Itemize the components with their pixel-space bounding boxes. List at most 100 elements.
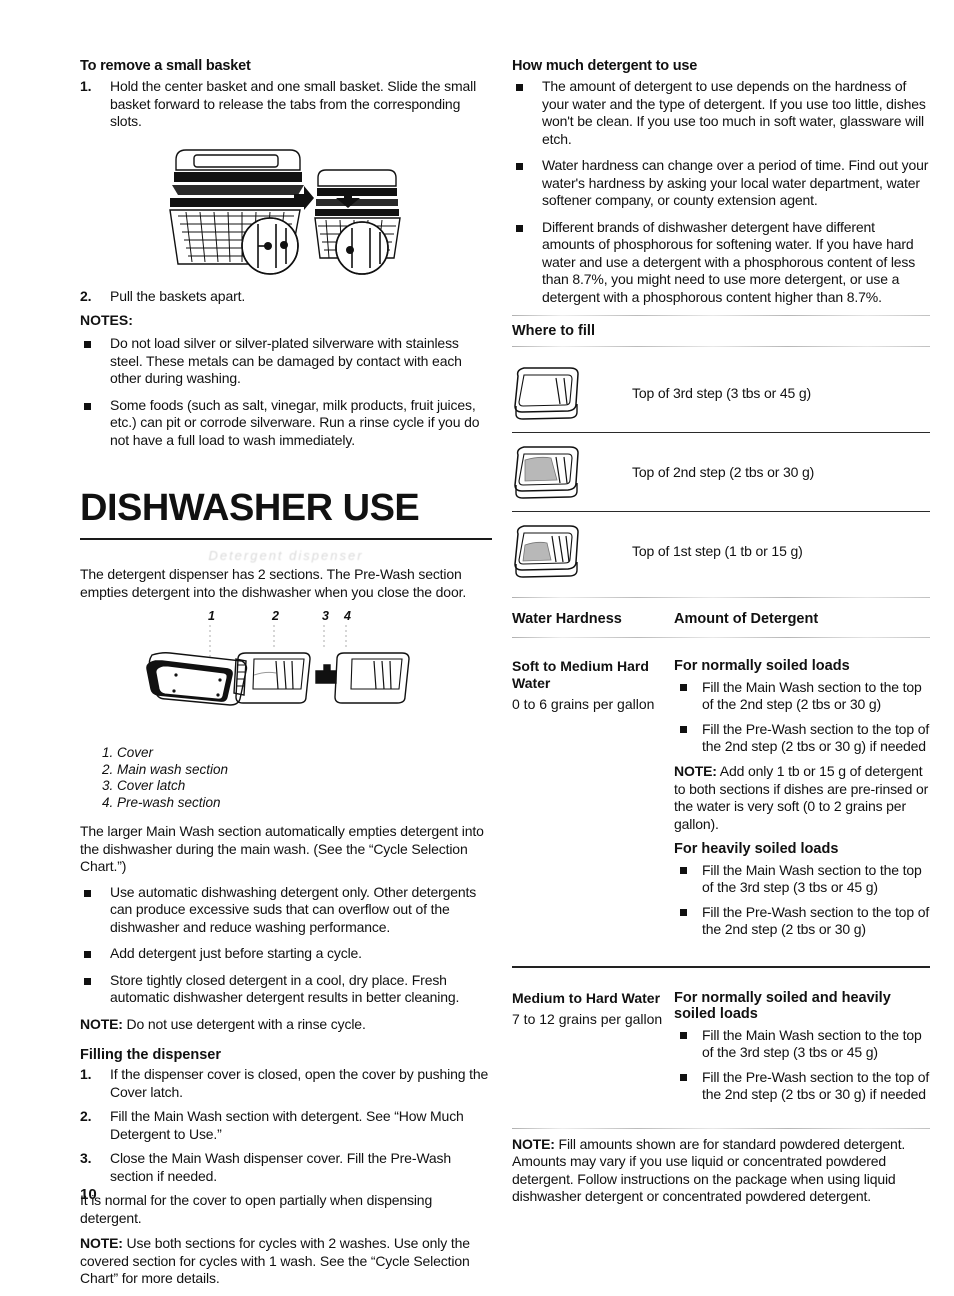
- list-item: Store tightly closed detergent in a cool…: [80, 972, 492, 1007]
- list-item: Fill the Main Wash section to the top of…: [674, 679, 930, 713]
- where-to-fill-top-rule: [512, 346, 930, 347]
- notes-bullet-list: Do not load silver or silver-plated silv…: [80, 335, 492, 449]
- step-number: 2.: [80, 1108, 92, 1124]
- list-item: Use automatic dishwashing detergent only…: [80, 884, 492, 937]
- heavily-soiled-bullets: Fill the Main Wash section to the top of…: [674, 862, 930, 938]
- step-number: 3.: [80, 1150, 92, 1166]
- left-column: To remove a small basket 1. Hold the cen…: [80, 58, 492, 1296]
- scan-artifact-rule: [512, 315, 930, 316]
- normally-soiled-bullets: Fill the Main Wash section to the top of…: [674, 679, 930, 755]
- note-label: NOTE:: [80, 1015, 123, 1032]
- step-text: If the dispenser cover is closed, open t…: [110, 1066, 489, 1100]
- divider-cell: [512, 956, 930, 984]
- table-header-row: Water Hardness Amount of Detergent: [512, 605, 930, 631]
- hardness-title: Medium to Hard Water: [512, 989, 661, 1006]
- cover-normal-paragraph: It is normal for the cover to open parti…: [80, 1192, 433, 1226]
- note-label: NOTE:: [674, 763, 717, 779]
- heading-to-remove-a-small-basket: To remove a small basket: [80, 58, 251, 74]
- figure-dish-baskets: [80, 138, 492, 278]
- list-item: The amount of detergent to use depends o…: [512, 78, 930, 148]
- hardness-table-bottom-rule: [512, 1127, 930, 1129]
- normal-and-heavy-bullets: Fill the Main Wash section to the top of…: [674, 1027, 930, 1103]
- dispenser-intro-paragraph: The detergent dispenser has 2 sections. …: [80, 566, 467, 600]
- right-column: How much detergent to use The amount of …: [512, 58, 930, 1214]
- legend-item: 3. Cover latch: [102, 778, 186, 793]
- figure-detergent-dispenser: 1 2 3 4: [80, 609, 492, 735]
- step-text: Close the Main Wash dispenser cover. Fil…: [110, 1150, 451, 1184]
- note-rinse-cycle: NOTE: Do not use detergent with a rinse …: [80, 1016, 492, 1034]
- list-item: Fill the Pre-Wash section to the top of …: [674, 1069, 930, 1103]
- step-text: Hold the center basket and one small bas…: [110, 78, 477, 129]
- diagram-callout-numbers: 1 2 3 4: [136, 609, 436, 625]
- step-text: Fill the Main Wash section with detergen…: [110, 1108, 464, 1142]
- note-pre-rinsed: NOTE: Add only 1 tb or 15 g of detergent…: [674, 763, 930, 833]
- list-item: Fill the Pre-Wash section to the top of …: [674, 904, 930, 938]
- row-divider-rule: [512, 966, 930, 968]
- where-to-fill-table: Top of 3rd step (3 tbs or 45 g) Top of 2…: [512, 354, 930, 590]
- note-label: NOTE:: [80, 1235, 123, 1251]
- cup-filled-2nd-icon: [514, 446, 579, 499]
- notes-label: NOTES:: [80, 312, 133, 328]
- list-item: Some foods (such as salt, vinegar, milk …: [80, 397, 492, 450]
- table-row: Top of 3rd step (3 tbs or 45 g): [512, 354, 930, 433]
- list-item: Fill the Pre-Wash section to the top of …: [674, 721, 930, 755]
- step-number: 1.: [80, 1066, 92, 1082]
- filling-steps-list: 1. If the dispenser cover is closed, ope…: [80, 1066, 492, 1185]
- note-text: Do not use detergent with a rinse cycle.: [122, 1015, 366, 1032]
- water-hardness-table: Water Hardness Amount of Detergent Soft …: [512, 605, 930, 1121]
- page-number: 10: [80, 1186, 97, 1203]
- table-header-rule-row: [512, 631, 930, 652]
- column-header-water-hardness: Water Hardness: [512, 611, 622, 627]
- list-item: 1. Hold the center basket and one small …: [80, 78, 492, 131]
- detergent-bullet-list: Use automatic dishwashing detergent only…: [80, 884, 492, 1007]
- list-item: Water hardness can change over a period …: [512, 157, 930, 210]
- callout-2: 2: [272, 609, 279, 623]
- heading-filling-the-dispenser: Filling the dispenser: [80, 1047, 221, 1063]
- step-text: Pull the baskets apart.: [110, 287, 246, 304]
- title-rule: [80, 538, 492, 540]
- block-heading-heavily-soiled: For heavily soiled loads: [674, 841, 839, 857]
- table-row: Soft to Medium Hard Water 0 to 6 grains …: [512, 652, 930, 956]
- detergent-cell-soft-to-medium: For normally soiled loads Fill the Main …: [674, 652, 930, 956]
- block-heading-normally-soiled: For normally soiled loads: [674, 658, 850, 674]
- fill-level-label: Top of 3rd step (3 tbs or 45 g): [632, 385, 812, 401]
- remove-basket-step-2-list: 2. Pull the baskets apart.: [80, 288, 492, 306]
- legend-item: 1. Cover: [102, 745, 154, 760]
- list-item: Fill the Main Wash section to the top of…: [674, 862, 930, 896]
- dispenser-illustration: [146, 625, 410, 706]
- heading-where-to-fill: Where to fill: [512, 323, 595, 339]
- hardness-title: Soft to Medium Hard Water: [512, 658, 649, 691]
- note-label: NOTE:: [512, 1135, 555, 1152]
- list-item: Fill the Main Wash section to the top of…: [674, 1027, 930, 1061]
- block-heading-normal-and-heavy: For normally soiled and heavily soiled l…: [674, 989, 891, 1022]
- faded-subheading: Detergent dispenser: [208, 548, 364, 563]
- column-header-amount-of-detergent: Amount of Detergent: [674, 611, 819, 627]
- list-item: Do not load silver or silver-plated silv…: [80, 335, 492, 388]
- hardness-cell-medium-to-hard: Medium to Hard Water 7 to 12 grains per …: [512, 984, 674, 1121]
- list-item: 3. Close the Main Wash dispenser cover. …: [80, 1150, 492, 1185]
- table-row: Top of 2nd step (2 tbs or 30 g): [512, 432, 930, 512]
- list-item: 2. Pull the baskets apart.: [80, 288, 492, 306]
- fill-level-label: Top of 2nd step (2 tbs or 30 g): [632, 432, 930, 512]
- hardness-grains: 0 to 6 grains per gallon: [512, 696, 655, 712]
- dispenser-legend: 1. Cover 2. Main wash section 3. Cover l…: [102, 745, 492, 811]
- hardness-cell-soft-to-medium: Soft to Medium Hard Water 0 to 6 grains …: [512, 652, 674, 956]
- hardness-grains: 7 to 12 grains per gallon: [512, 1010, 663, 1027]
- table-row: Medium to Hard Water 7 to 12 grains per …: [512, 984, 930, 1121]
- note-text: Use both sections for cycles with 2 wash…: [80, 1235, 470, 1286]
- list-item: 1. If the dispenser cover is closed, ope…: [80, 1066, 492, 1101]
- detergent-cell-medium-to-hard: For normally soiled and heavily soiled l…: [674, 984, 930, 1121]
- callout-1: 1: [208, 609, 215, 623]
- detergent-cup-3rd-step-icon: [512, 354, 632, 433]
- step-number: 2.: [80, 287, 92, 304]
- scan-artifact-line: [80, 458, 492, 468]
- detergent-cup-2nd-step-icon: [512, 432, 632, 512]
- manual-page: To remove a small basket 1. Hold the cen…: [0, 0, 954, 1286]
- how-much-bullet-list: The amount of detergent to use depends o…: [512, 78, 930, 306]
- list-item: Different brands of dishwasher detergent…: [512, 219, 930, 307]
- dish-baskets-illustration: [169, 148, 401, 275]
- cup-empty-icon: [514, 367, 579, 420]
- note-fill-amounts: NOTE: Fill amounts shown are for standar…: [512, 1136, 930, 1206]
- header-rule: [512, 637, 930, 638]
- legend-item: 2. Main wash section: [102, 761, 229, 777]
